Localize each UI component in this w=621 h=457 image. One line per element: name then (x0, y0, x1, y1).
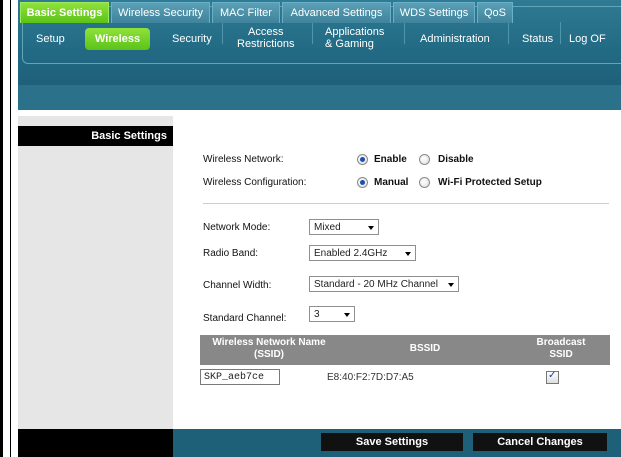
radio-band-label: Radio Band: (203, 248, 259, 259)
window-frame-line (10, 0, 11, 457)
col-ssid-header: Wireless Network Name (SSID) (200, 337, 338, 361)
col-broadcast-line2: SSID (549, 349, 573, 360)
manual-radio[interactable] (357, 177, 368, 188)
col-ssid-line1: Wireless Network Name (212, 337, 326, 348)
tab-advanced-settings[interactable]: Advanced Settings (282, 2, 391, 23)
nav-applications-gaming[interactable]: Applications & Gaming (325, 26, 384, 50)
section-divider (203, 203, 609, 204)
nav-status[interactable]: Status (522, 33, 553, 45)
ssid-input[interactable]: SKP_aeb7ce (200, 369, 280, 385)
disable-radio[interactable] (419, 154, 430, 165)
chevron-down-icon (368, 226, 374, 230)
network-mode-label: Network Mode: (203, 222, 271, 233)
tab-basic-settings[interactable]: Basic Settings (20, 2, 109, 23)
col-bssid-header: BSSID (409, 343, 441, 354)
nav-logoff[interactable]: Log OF (569, 33, 606, 45)
chevron-down-icon (344, 313, 350, 317)
cancel-changes-button[interactable]: Cancel Changes (473, 433, 607, 451)
col-ssid-line2: (SSID) (254, 349, 284, 360)
tab-qos[interactable]: QoS (477, 2, 513, 23)
nav-separator (222, 22, 223, 44)
wireless-config-label: Wireless Configuration: (203, 177, 307, 188)
wireless-network-label: Wireless Network: (203, 154, 284, 165)
chevron-down-icon (405, 252, 411, 256)
col-broadcast-line1: Broadcast (536, 337, 586, 348)
standard-channel-value: 3 (314, 309, 320, 320)
tab-wds-settings[interactable]: WDS Settings (393, 2, 475, 23)
nav-separator (312, 22, 313, 44)
chevron-down-icon (448, 283, 454, 287)
radio-band-value: Enabled 2.4GHz (314, 248, 388, 259)
manual-label: Manual (374, 177, 409, 188)
sidebar-title: Basic Settings (18, 126, 173, 146)
bssid-value: E8:40:F2:7D:D7:A5 (327, 372, 414, 383)
enable-label: Enable (374, 154, 407, 165)
nav-setup[interactable]: Setup (36, 33, 65, 45)
nav-wireless[interactable]: Wireless (85, 28, 150, 50)
enable-radio[interactable] (357, 154, 368, 165)
broadcast-ssid-checkbox[interactable] (546, 370, 559, 384)
window-frame-edge (0, 0, 3, 457)
sidebar (18, 110, 173, 457)
network-mode-value: Mixed (314, 222, 341, 233)
nav-separator (560, 22, 561, 44)
col-broadcast-header: Broadcast SSID (512, 337, 610, 361)
radio-band-select[interactable]: Enabled 2.4GHz (309, 245, 416, 261)
network-mode-select[interactable]: Mixed (309, 219, 379, 235)
sidebar-title-text: Basic Settings (91, 130, 167, 142)
wps-radio[interactable] (419, 177, 430, 188)
bottom-bar-left (18, 429, 173, 457)
nav-separator (508, 22, 509, 44)
disable-label: Disable (438, 154, 474, 165)
nav-security[interactable]: Security (172, 33, 212, 45)
subtab-bar (18, 85, 621, 110)
standard-channel-label: Standard Channel: (203, 313, 287, 324)
tab-mac-filter[interactable]: MAC Filter (212, 2, 280, 23)
tab-wireless-security[interactable]: Wireless Security (111, 2, 210, 23)
nav-separator (404, 22, 405, 44)
channel-width-label: Channel Width: (203, 280, 272, 291)
channel-width-select[interactable]: Standard - 20 MHz Channel (309, 276, 459, 292)
nav-administration[interactable]: Administration (420, 33, 490, 45)
standard-channel-select[interactable]: 3 (309, 306, 355, 322)
channel-width-value: Standard - 20 MHz Channel (314, 279, 438, 290)
wps-label: Wi-Fi Protected Setup (438, 177, 542, 188)
nav-access-restrictions[interactable]: Access Restrictions (237, 26, 294, 50)
save-settings-button[interactable]: Save Settings (321, 433, 463, 451)
